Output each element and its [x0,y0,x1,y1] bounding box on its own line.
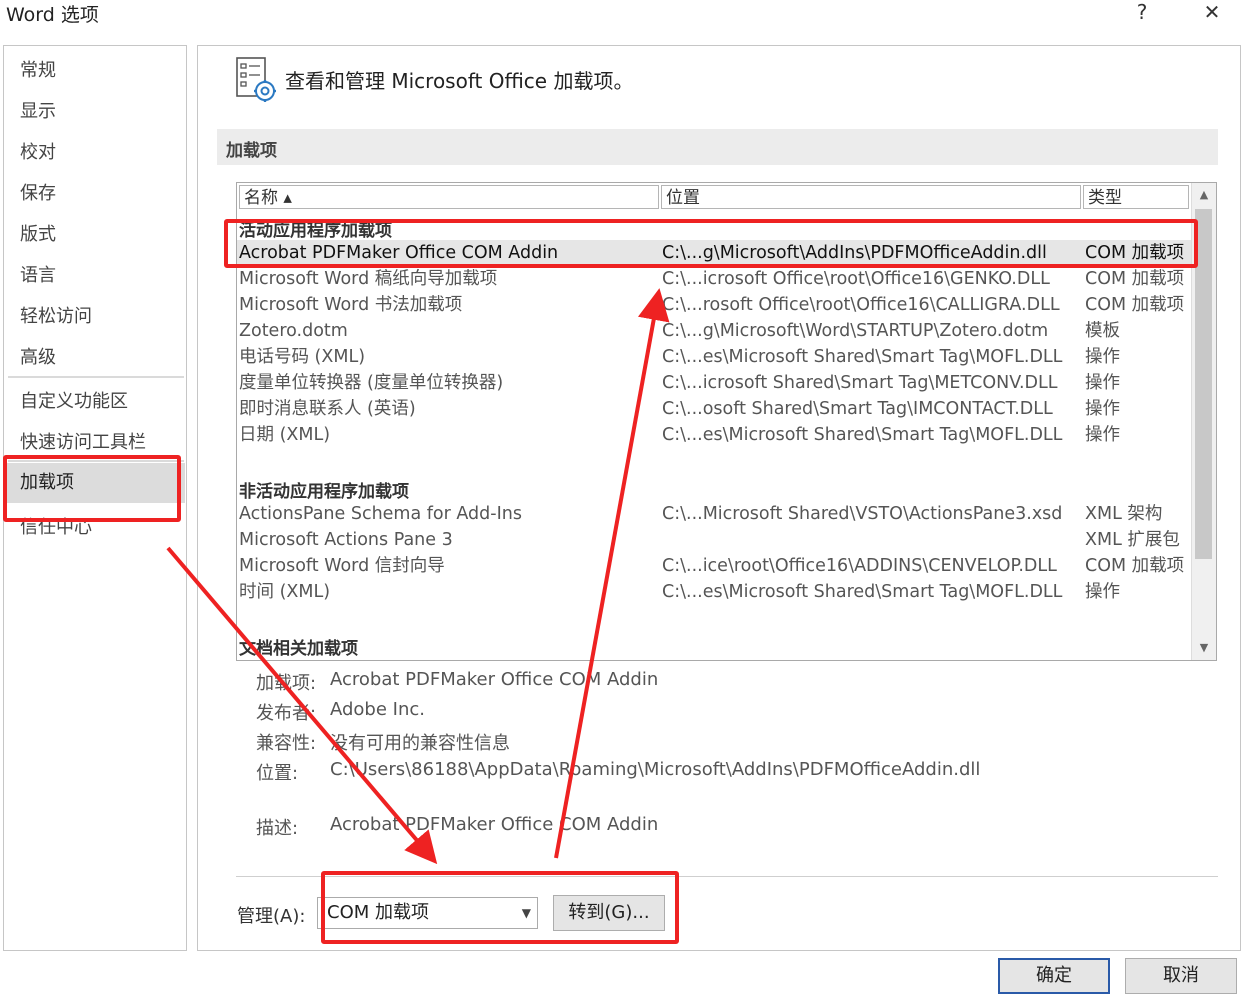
annotation-arrow-sidebar-to-manage [166,546,438,865]
annotation-arrow-manage-to-row [554,288,670,859]
annotation-arrows [166,288,670,865]
